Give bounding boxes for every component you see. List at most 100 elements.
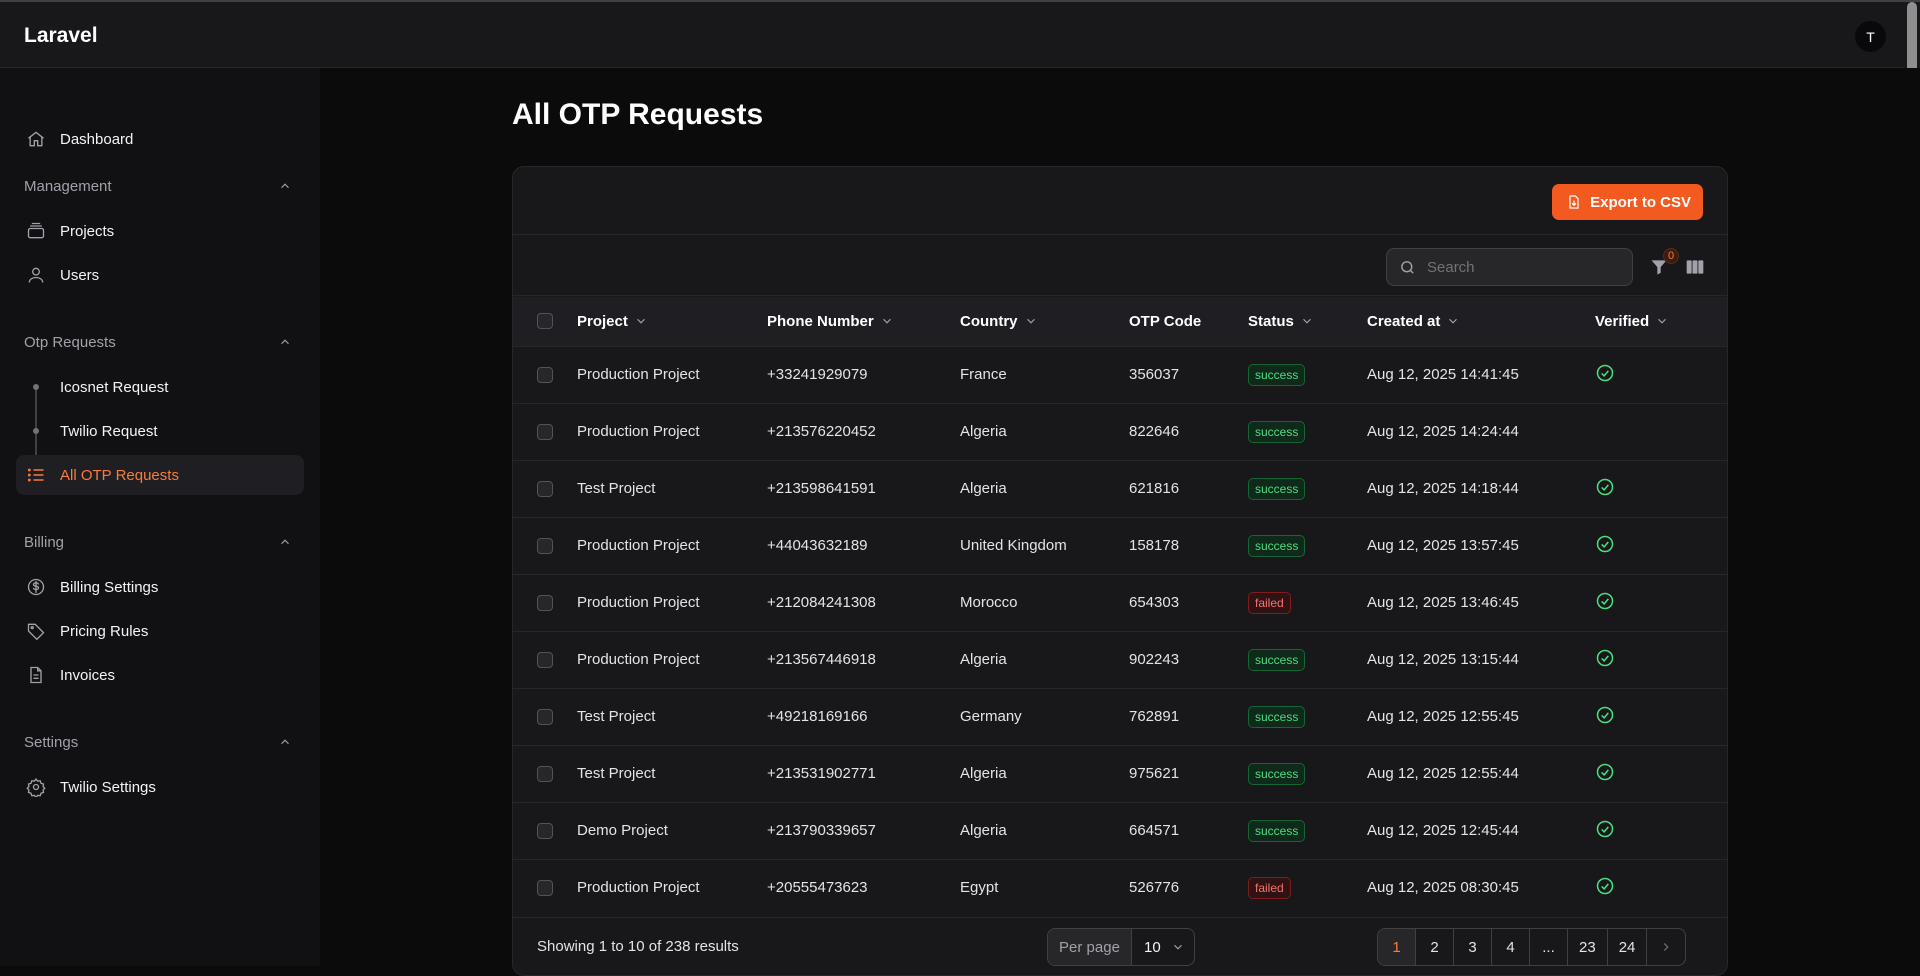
row-checkbox[interactable] [537, 594, 553, 611]
cell-project: Production Project [577, 594, 700, 611]
columns-icon[interactable] [1685, 257, 1705, 277]
sidebar-item-dashboard[interactable]: Dashboard [16, 119, 304, 159]
chevron-up-icon[interactable] [278, 535, 292, 549]
table-row[interactable]: Test Project +213598641591 Algeria 621816 su… [513, 460, 1727, 517]
table-row[interactable]: Production Project +20555473623 Egypt 52677… [513, 859, 1727, 916]
list-icon [27, 468, 44, 482]
brand-logo[interactable]: Laravel [24, 24, 98, 48]
table-row[interactable]: Production Project +44043632189 United Kin… [513, 517, 1727, 574]
search-box[interactable] [1386, 248, 1633, 286]
sidebar-item-pricing-rules[interactable]: Pricing Rules [16, 611, 304, 651]
group-label-management[interactable]: Management [24, 178, 112, 195]
chevron-up-icon[interactable] [278, 735, 292, 749]
cell-otp: 902243 [1129, 651, 1180, 668]
row-checkbox[interactable] [537, 822, 553, 839]
row-checkbox[interactable] [537, 879, 553, 896]
cell-country: Algeria [960, 765, 1007, 782]
page-button[interactable]: 24 [1608, 929, 1648, 965]
sidebar-item-all-otp-requests[interactable]: All OTP Requests [16, 455, 304, 495]
table-card: Export to CSV 0 Project Phone Number Cou… [512, 166, 1728, 976]
column-header-phone[interactable]: Phone Number [767, 297, 960, 346]
check-circle-icon [1596, 535, 1614, 552]
per-page-value-wrap[interactable]: 10 [1132, 929, 1194, 965]
table-header-row: Project Phone Number Country OTP Code St… [513, 297, 1727, 346]
cell-otp: 654303 [1129, 594, 1180, 611]
per-page-select[interactable]: Per page 10 [1047, 928, 1195, 966]
sidebar-item-label: Pricing Rules [60, 622, 149, 640]
row-checkbox[interactable] [537, 651, 553, 668]
cell-phone: +213598641591 [767, 480, 876, 497]
table-toolbar: 0 [513, 236, 1727, 296]
sidebar-item-twilio-request[interactable]: Twilio Request [16, 411, 304, 451]
sidebar-item-users[interactable]: Users [16, 255, 304, 295]
column-header-status[interactable]: Status [1248, 297, 1367, 346]
sidebar-item-billing-settings[interactable]: Billing Settings [16, 567, 304, 607]
column-header-label: Created at [1367, 312, 1441, 330]
row-checkbox[interactable] [537, 480, 553, 497]
chevron-down-icon [1026, 319, 1035, 324]
column-header-created[interactable]: Created at [1367, 297, 1595, 346]
column-header-verified[interactable]: Verified [1595, 297, 1727, 346]
column-header-label: OTP Code [1129, 312, 1202, 330]
page-button[interactable]: 2 [1416, 929, 1454, 965]
cell-project: Demo Project [577, 822, 668, 839]
document-icon [30, 666, 42, 684]
column-header-country[interactable]: Country [960, 297, 1129, 346]
row-checkbox[interactable] [537, 708, 553, 725]
row-checkbox[interactable] [537, 423, 553, 440]
group-label-otp-requests[interactable]: Otp Requests [24, 334, 116, 351]
verified-cell [1595, 460, 1727, 517]
status-badge: success [1248, 648, 1306, 671]
verified-cell [1595, 802, 1727, 859]
row-checkbox[interactable] [537, 366, 553, 383]
cell-country: Algeria [960, 651, 1007, 668]
check-circle-icon [1596, 763, 1614, 780]
status-badge: success [1248, 705, 1306, 728]
cell-created: Aug 12, 2025 13:15:44 [1367, 651, 1519, 668]
table-row[interactable]: Production Project +213576220452 Algeria 82… [513, 403, 1727, 460]
page-button[interactable]: 4 [1492, 929, 1530, 965]
next-page-button[interactable] [1647, 929, 1685, 965]
sidebar-item-icosnet-request[interactable]: Icosnet Request [16, 367, 304, 407]
cell-phone: +213790339657 [767, 822, 876, 839]
cell-project: Production Project [577, 651, 700, 668]
search-icon [1401, 261, 1414, 274]
page-button[interactable]: 1 [1378, 929, 1416, 965]
cell-created: Aug 12, 2025 13:57:45 [1367, 537, 1519, 554]
sidebar-item-twilio-settings[interactable]: Twilio Settings [16, 767, 304, 807]
chevron-up-icon[interactable] [278, 179, 292, 193]
cell-phone: +49218169166 [767, 708, 868, 725]
table-row[interactable]: Production Project +213567446918 Algeria 90… [513, 631, 1727, 688]
cell-country: France [960, 366, 1007, 383]
page-button[interactable]: 3 [1454, 929, 1492, 965]
search-input[interactable] [1427, 249, 1627, 285]
group-label-settings[interactable]: Settings [24, 734, 78, 751]
cell-country: Morocco [960, 594, 1018, 611]
table-row[interactable]: Test Project +49218169166 Germany 762891 suc… [513, 688, 1727, 745]
table-row[interactable]: Demo Project +213790339657 Algeria 664571 su… [513, 802, 1727, 859]
row-checkbox[interactable] [537, 765, 553, 782]
sidebar-item-projects[interactable]: Projects [16, 211, 304, 251]
table-row[interactable]: Test Project +213531902771 Algeria 975621 su… [513, 745, 1727, 802]
table-row[interactable]: Production Project +212084241308 Morocco 65… [513, 574, 1727, 631]
row-checkbox[interactable] [537, 537, 553, 554]
page-button[interactable]: 23 [1568, 929, 1608, 965]
cell-country: Algeria [960, 423, 1007, 440]
table-row[interactable]: Production Project +33241929079 France 3560… [513, 346, 1727, 403]
sidebar-item-invoices[interactable]: Invoices [16, 655, 304, 695]
group-label-billing[interactable]: Billing [24, 534, 64, 551]
cell-created: Aug 12, 2025 12:55:44 [1367, 765, 1519, 782]
cell-country: Germany [960, 708, 1022, 725]
export-csv-button[interactable]: Export to CSV [1552, 184, 1703, 220]
pagination: 1 2 3 4... 23 24 [1377, 928, 1687, 966]
cell-phone: +44043632189 [767, 537, 868, 554]
select-all-checkbox[interactable] [537, 313, 553, 330]
home-icon [28, 131, 44, 147]
chevron-up-icon[interactable] [278, 335, 292, 349]
column-header-project[interactable]: Project [577, 297, 767, 346]
status-badge: failed [1248, 591, 1291, 614]
verified-cell [1595, 745, 1727, 802]
chevron-down-icon [1658, 319, 1667, 324]
cell-project: Test Project [577, 480, 656, 497]
user-avatar[interactable]: T [1855, 21, 1886, 52]
